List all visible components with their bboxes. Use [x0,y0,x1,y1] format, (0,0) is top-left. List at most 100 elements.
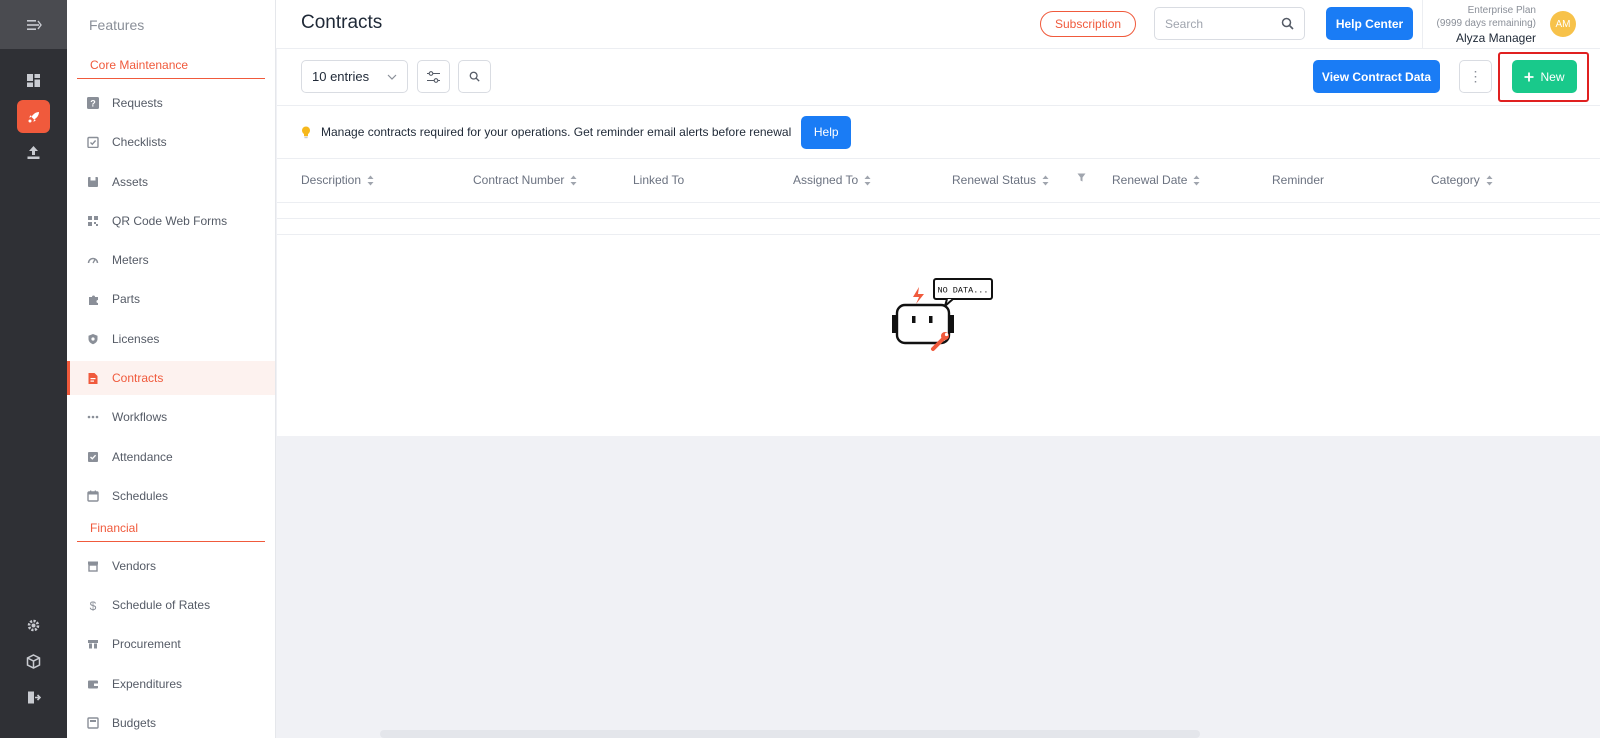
column-description[interactable]: Description [301,173,374,187]
avatar[interactable]: AM [1550,11,1576,37]
sidebar-item-label: QR Code Web Forms [112,214,228,228]
sidebar-item-label: Vendors [112,559,157,573]
new-contract-button[interactable]: New [1512,60,1577,93]
help-center-button[interactable]: Help Center [1326,7,1413,40]
subscription-button[interactable]: Subscription [1040,11,1137,37]
section-core-maintenance: Core Maintenance [77,58,265,79]
column-renewal-status[interactable]: Renewal Status [952,173,1049,187]
store-icon [86,559,100,573]
table-search-button[interactable] [458,60,491,93]
entries-select[interactable]: 10 entries [301,60,408,93]
sidebar-item-budgets[interactable]: Budgets [67,706,275,738]
logout-icon [28,691,41,704]
dashboard-nav[interactable] [17,64,50,97]
sidebar-item-label: Contracts [112,371,164,385]
sidebar-item-checklists[interactable]: Checklists [67,125,275,159]
sidebar-item-schedule-of-rates[interactable]: $ Schedule of Rates [67,588,275,622]
app-rail [0,0,67,738]
collapse-menu-button[interactable] [0,0,67,49]
sort-icon [864,175,871,186]
logout-nav[interactable] [17,681,50,714]
table-row-divider [277,234,1600,235]
more-options-button[interactable]: ⋮ [1459,60,1492,93]
column-assigned-to[interactable]: Assigned To [793,173,871,187]
sidebar-item-assets[interactable]: Assets [67,165,275,199]
sidebar-item-meters[interactable]: Meters [67,243,275,277]
help-button[interactable]: Help [801,115,852,149]
puzzle-icon [86,292,100,306]
reports-nav[interactable] [17,136,50,169]
sort-icon [570,175,577,186]
new-button-label: New [1540,69,1565,84]
procurement-icon [86,637,100,651]
sidebar-item-label: Requests [112,96,163,110]
features-panel: Features Core Maintenance ? Requests Che… [67,0,276,738]
sidebar-item-procurement[interactable]: Procurement [67,627,275,661]
menu-collapse-icon [26,19,42,30]
sort-icon [1193,175,1200,186]
contracts-content: 10 entries View Contract Data ⋮ New Mana… [277,49,1600,436]
column-label: Reminder [1272,173,1325,187]
sidebar-item-requests[interactable]: ? Requests [67,86,275,120]
sidebar-item-qr-code-web-forms[interactable]: QR Code Web Forms [67,204,275,238]
top-header: Contracts Subscription Search Help Cente… [276,0,1600,49]
sidebar-item-vendors[interactable]: Vendors [67,549,275,583]
sidebar-item-licenses[interactable]: Licenses [67,322,275,356]
lightbulb-icon [301,126,315,139]
features-title: Features [89,16,145,33]
calendar-icon [86,489,100,503]
empty-state: NO DATA... [889,277,999,362]
sidebar-item-label: Licenses [112,332,160,346]
dollar-icon: $ [86,598,100,612]
search-placeholder: Search [1165,16,1204,31]
features-nav[interactable] [17,100,50,133]
filter-settings-button[interactable] [417,60,450,93]
chevron-down-icon [387,74,397,80]
sidebar-item-parts[interactable]: Parts [67,282,275,316]
column-label: Contract Number [473,173,565,187]
cube-icon [26,654,41,669]
sidebar-item-label: Schedule of Rates [112,598,211,612]
rocket-icon [28,111,39,122]
sidebar-item-label: Checklists [112,135,167,149]
plan-remaining: (9999 days remaining) [1436,18,1537,29]
sort-icon [367,175,374,186]
sidebar-item-label: Assets [112,175,149,189]
search-icon [469,71,480,82]
attendance-icon [86,450,100,464]
search-input[interactable]: Search [1154,7,1305,40]
header-divider [1422,0,1423,49]
sidebar-item-label: Parts [112,292,141,306]
plan-info[interactable]: Enterprise Plan (9999 days remaining) Al… [1437,4,1537,45]
sidebar-item-expenditures[interactable]: Expenditures [67,667,275,701]
svg-text:$: $ [90,599,97,612]
checklist-icon [86,135,100,149]
sidebar-item-contracts[interactable]: Contracts [67,361,275,395]
svg-text:?: ? [90,99,96,109]
column-category[interactable]: Category [1431,173,1493,187]
column-contract-number[interactable]: Contract Number [473,173,577,187]
table-header: Description Contract Number Linked To As… [277,159,1600,203]
column-linked-to: Linked To [633,173,684,187]
empty-state-bubble-text: NO DATA... [937,286,988,296]
user-name: Alyza Manager [1455,31,1536,45]
sidebar-item-attendance[interactable]: Attendance [67,440,275,474]
renewal-status-filter[interactable] [1077,173,1086,182]
contract-icon [86,371,100,385]
section-financial: Financial [77,521,265,542]
sliders-icon [427,70,440,83]
sidebar-item-label: Expenditures [112,677,183,691]
view-contract-data-button[interactable]: View Contract Data [1313,60,1440,93]
info-text: Manage contracts required for your opera… [321,125,792,139]
column-label: Renewal Status [952,173,1037,187]
settings-nav[interactable] [17,609,50,642]
sidebar-item-label: Schedules [112,489,169,503]
sidebar-item-workflows[interactable]: Workflows [67,400,275,434]
column-label: Assigned To [793,173,859,187]
column-label: Category [1431,173,1480,187]
search-icon [1281,17,1294,30]
packages-nav[interactable] [17,645,50,678]
sidebar-item-schedules[interactable]: Schedules [67,479,275,513]
column-renewal-date[interactable]: Renewal Date [1112,173,1200,187]
question-icon: ? [86,96,100,110]
